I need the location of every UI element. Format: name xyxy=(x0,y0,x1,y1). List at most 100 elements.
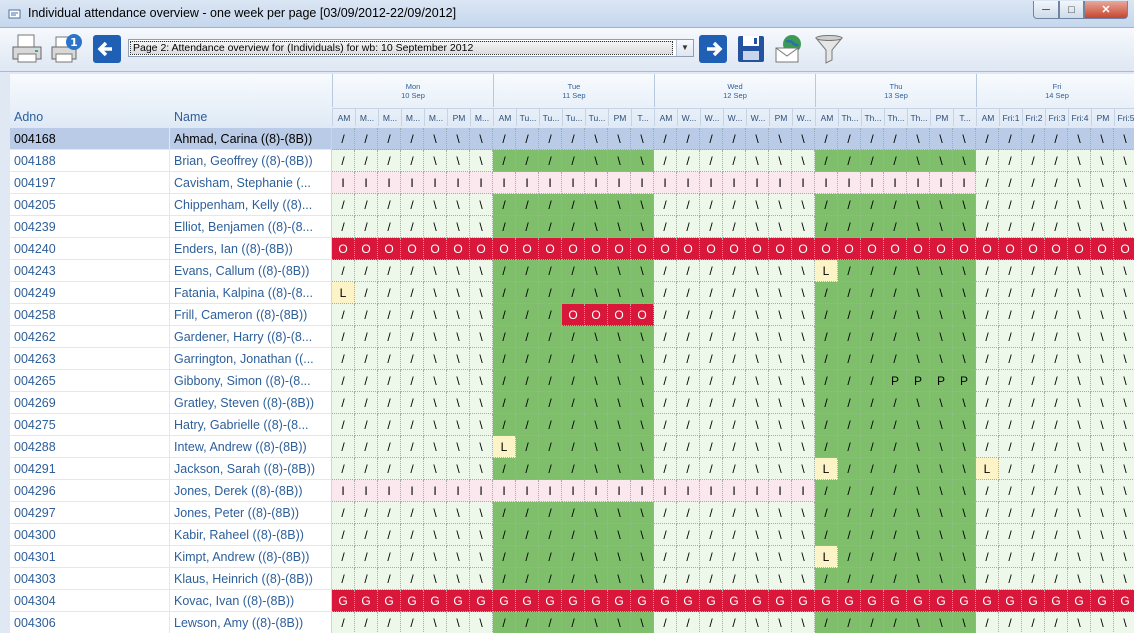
attendance-mark-cell[interactable]: I xyxy=(700,172,723,194)
period-header[interactable]: T... xyxy=(953,108,976,126)
attendance-mark-cell[interactable]: O xyxy=(378,238,401,260)
attendance-mark-cell[interactable]: I xyxy=(723,172,746,194)
attendance-mark-cell[interactable]: \ xyxy=(470,436,493,458)
attendance-mark-cell[interactable]: \ xyxy=(953,304,976,326)
attendance-mark-cell[interactable]: I xyxy=(631,172,654,194)
attendance-mark-cell[interactable]: \ xyxy=(470,458,493,480)
attendance-mark-cell[interactable]: / xyxy=(700,414,723,436)
period-header[interactable]: AM xyxy=(332,108,355,126)
filter-icon[interactable] xyxy=(812,32,846,66)
attendance-mark-cell[interactable]: / xyxy=(815,128,838,150)
attendance-mark-cell[interactable]: / xyxy=(355,326,378,348)
attendance-mark-cell[interactable]: / xyxy=(1022,458,1045,480)
attendance-mark-cell[interactable]: / xyxy=(884,436,907,458)
minimize-button[interactable]: ─ xyxy=(1033,1,1059,19)
attendance-mark-cell[interactable]: / xyxy=(700,612,723,633)
attendance-mark-cell[interactable]: / xyxy=(1045,150,1068,172)
attendance-mark-cell[interactable]: \ xyxy=(792,414,815,436)
attendance-mark-cell[interactable]: / xyxy=(654,304,677,326)
attendance-mark-cell[interactable]: O xyxy=(654,238,677,260)
attendance-mark-cell[interactable]: \ xyxy=(447,414,470,436)
attendance-mark-cell[interactable]: \ xyxy=(746,260,769,282)
attendance-mark-cell[interactable]: / xyxy=(838,216,861,238)
attendance-mark-cell[interactable]: \ xyxy=(608,568,631,590)
attendance-mark-cell[interactable]: / xyxy=(332,260,355,282)
attendance-mark-cell[interactable]: / xyxy=(723,458,746,480)
attendance-mark-cell[interactable]: I xyxy=(838,172,861,194)
attendance-mark-cell[interactable]: / xyxy=(1045,172,1068,194)
attendance-mark-cell[interactable]: / xyxy=(861,282,884,304)
attendance-mark-cell[interactable]: O xyxy=(861,238,884,260)
attendance-mark-cell[interactable]: / xyxy=(976,568,999,590)
attendance-mark-cell[interactable]: \ xyxy=(585,392,608,414)
attendance-mark-cell[interactable]: / xyxy=(654,348,677,370)
attendance-mark-cell[interactable]: / xyxy=(815,414,838,436)
attendance-mark-cell[interactable]: / xyxy=(332,612,355,633)
maximize-button[interactable]: □ xyxy=(1059,1,1084,19)
attendance-mark-cell[interactable]: \ xyxy=(585,348,608,370)
attendance-mark-cell[interactable]: / xyxy=(516,326,539,348)
attendance-mark-cell[interactable]: / xyxy=(999,282,1022,304)
attendance-mark-cell[interactable]: \ xyxy=(746,392,769,414)
email-icon[interactable] xyxy=(773,32,807,66)
attendance-mark-cell[interactable]: G xyxy=(907,590,930,612)
attendance-mark-cell[interactable]: \ xyxy=(1068,172,1091,194)
attendance-mark-cell[interactable]: / xyxy=(516,414,539,436)
attendance-mark-cell[interactable]: \ xyxy=(953,128,976,150)
attendance-mark-cell[interactable]: \ xyxy=(792,216,815,238)
attendance-mark-cell[interactable]: / xyxy=(723,524,746,546)
attendance-mark-cell[interactable]: \ xyxy=(930,216,953,238)
period-header[interactable]: AM xyxy=(815,108,838,126)
period-header[interactable]: AM xyxy=(493,108,516,126)
attendance-mark-cell[interactable]: / xyxy=(976,502,999,524)
attendance-mark-cell[interactable]: \ xyxy=(930,282,953,304)
attendance-mark-cell[interactable]: I xyxy=(861,172,884,194)
attendance-mark-cell[interactable]: / xyxy=(493,524,516,546)
attendance-mark-cell[interactable]: \ xyxy=(608,392,631,414)
attendance-mark-cell[interactable]: / xyxy=(999,260,1022,282)
attendance-mark-cell[interactable]: \ xyxy=(930,128,953,150)
attendance-mark-cell[interactable]: / xyxy=(539,392,562,414)
attendance-mark-cell[interactable]: G xyxy=(378,590,401,612)
attendance-mark-cell[interactable]: / xyxy=(677,304,700,326)
attendance-mark-cell[interactable]: / xyxy=(401,612,424,633)
attendance-mark-cell[interactable]: I xyxy=(585,480,608,502)
attendance-mark-cell[interactable]: / xyxy=(493,282,516,304)
attendance-mark-cell[interactable]: I xyxy=(539,172,562,194)
attendance-mark-cell[interactable]: / xyxy=(1045,612,1068,633)
attendance-mark-cell[interactable]: / xyxy=(838,612,861,633)
attendance-mark-cell[interactable]: \ xyxy=(1114,414,1134,436)
attendance-mark-cell[interactable]: \ xyxy=(792,568,815,590)
table-row[interactable]: 004240 Enders, Ian ((8)-(8B)) O O O O O O O O O O O O… xyxy=(10,238,1134,260)
attendance-mark-cell[interactable]: / xyxy=(884,282,907,304)
attendance-mark-cell[interactable]: I xyxy=(884,172,907,194)
attendance-mark-cell[interactable]: / xyxy=(378,414,401,436)
attendance-mark-cell[interactable]: / xyxy=(838,282,861,304)
table-row[interactable]: 004269 Gratley, Steven ((8)-(8B)) / / / / \ \ \ /… xyxy=(10,392,1134,414)
attendance-mark-cell[interactable]: / xyxy=(884,304,907,326)
attendance-mark-cell[interactable]: \ xyxy=(424,546,447,568)
attendance-mark-cell[interactable]: \ xyxy=(1114,326,1134,348)
attendance-mark-cell[interactable]: \ xyxy=(792,612,815,633)
attendance-mark-cell[interactable]: \ xyxy=(447,216,470,238)
attendance-mark-cell[interactable]: \ xyxy=(631,568,654,590)
attendance-mark-cell[interactable]: / xyxy=(976,128,999,150)
attendance-mark-cell[interactable]: / xyxy=(677,414,700,436)
attendance-mark-cell[interactable]: \ xyxy=(447,392,470,414)
attendance-mark-cell[interactable]: \ xyxy=(424,568,447,590)
attendance-mark-cell[interactable]: / xyxy=(700,348,723,370)
attendance-mark-cell[interactable]: / xyxy=(700,436,723,458)
attendance-mark-cell[interactable]: \ xyxy=(746,568,769,590)
attendance-mark-cell[interactable]: \ xyxy=(1068,458,1091,480)
attendance-mark-cell[interactable]: / xyxy=(401,436,424,458)
attendance-mark-cell[interactable]: I xyxy=(401,480,424,502)
table-row[interactable]: 004188 Brian, Geoffrey ((8)-(8B)) / / / / \ \ \ /… xyxy=(10,150,1134,172)
attendance-mark-cell[interactable]: / xyxy=(654,524,677,546)
attendance-mark-cell[interactable]: / xyxy=(884,194,907,216)
attendance-mark-cell[interactable]: / xyxy=(1045,414,1068,436)
attendance-mark-cell[interactable]: / xyxy=(861,612,884,633)
attendance-mark-cell[interactable]: \ xyxy=(1114,458,1134,480)
attendance-mark-cell[interactable]: / xyxy=(723,128,746,150)
attendance-mark-cell[interactable]: \ xyxy=(907,348,930,370)
attendance-mark-cell[interactable]: / xyxy=(976,216,999,238)
